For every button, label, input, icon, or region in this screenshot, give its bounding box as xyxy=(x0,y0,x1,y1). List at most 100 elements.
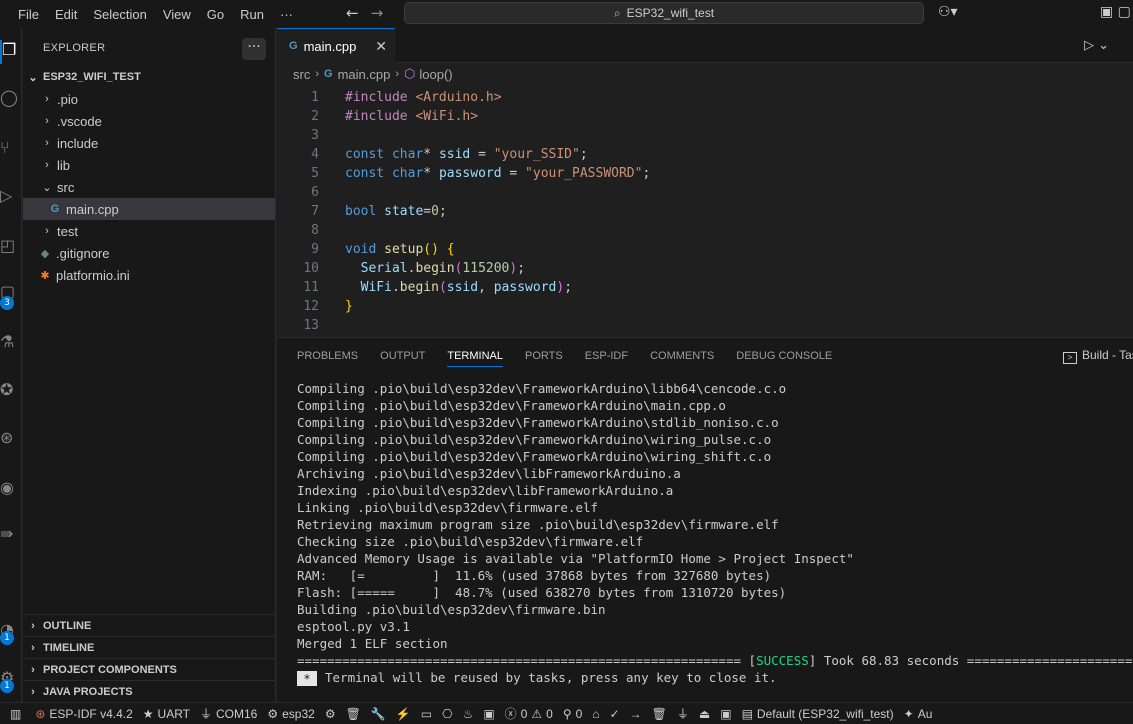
terminal-line: Flash: [===== ] 48.7% (used 638270 bytes… xyxy=(297,585,787,600)
editor-tab-bar: G main.cpp ✕ ▷ ⌄ xyxy=(277,28,1133,63)
menu-edit[interactable]: Edit xyxy=(47,7,85,22)
cpp-file-icon: G xyxy=(289,40,298,52)
test-icon[interactable]: ⏚ xyxy=(677,705,689,722)
terminal-line: Archiving .pio\build\esp32dev\libFramewo… xyxy=(297,466,681,481)
tree-item-include[interactable]: › include xyxy=(23,132,275,154)
section-java-projects[interactable]: › JAVA PROJECTS xyxy=(23,680,275,702)
title-bar: File Edit Selection View Go Run ··· ← → … xyxy=(0,0,1133,28)
git-file-icon: ◆ xyxy=(40,247,50,260)
arrow-left-icon[interactable]: ← xyxy=(346,4,359,22)
github-icon[interactable]: ◉ xyxy=(0,478,22,502)
tab-terminal[interactable]: TERMINAL xyxy=(447,350,503,367)
project-root[interactable]: ⌄ ESP32_WIFI_TEST xyxy=(23,66,275,88)
tab-esp-idf[interactable]: ESP-IDF xyxy=(585,350,628,367)
platformio-home-icon[interactable]: ⌂ xyxy=(592,707,599,721)
breadcrumb-file[interactable]: main.cpp xyxy=(338,67,391,82)
manage-badge: 1 xyxy=(0,679,14,693)
menu-more[interactable]: ··· xyxy=(272,7,301,22)
section-project-components[interactable]: › PROJECT COMPONENTS xyxy=(23,658,275,680)
section-outline[interactable]: › OUTLINE xyxy=(23,614,275,636)
pio-terminal-icon[interactable]: ▣ xyxy=(720,707,731,721)
tree-item-label: main.cpp xyxy=(66,201,119,217)
tree-item-main-cpp[interactable]: G main.cpp xyxy=(23,198,275,220)
run-file-icon[interactable]: ▷ ⌄ xyxy=(1084,38,1109,53)
tree-item-lib[interactable]: › lib xyxy=(23,154,275,176)
explorer-title: EXPLORER xyxy=(43,42,106,54)
esp-idf-icon[interactable]: ⊛ xyxy=(0,428,22,452)
folder-icon: ▤ xyxy=(741,706,753,721)
title-right-actions: ⚇▾ xyxy=(938,4,958,20)
layout-icon[interactable]: ▣ ▢ xyxy=(1100,4,1131,20)
clean-icon[interactable]: 🗑 xyxy=(652,707,667,721)
environment-selector[interactable]: ▤ Default (ESP32_wifi_test) xyxy=(742,707,894,721)
tab-comments[interactable]: COMMENTS xyxy=(650,350,714,367)
tab-debug-console[interactable]: DEBUG CONSOLE xyxy=(736,350,832,367)
terminal-icon[interactable]: ▣ xyxy=(483,707,494,721)
tree-item-gitignore[interactable]: ◆ .gitignore xyxy=(23,242,275,264)
breadcrumb-folder[interactable]: src xyxy=(293,67,310,82)
close-icon[interactable]: ✕ xyxy=(375,38,387,55)
star-icon: ★ xyxy=(142,706,154,721)
more-actions-button[interactable]: ··· xyxy=(242,38,266,60)
menu-view[interactable]: View xyxy=(155,7,199,22)
breadcrumb-symbol[interactable]: loop() xyxy=(419,67,452,82)
activity-bar: ❐ ◯ ⑂ ▷ ◰ ▢ 3 ⚗ ✪ ⊛ ◉ ⇛ ◔ 1 ⚙ 1 xyxy=(0,28,22,702)
build-icon[interactable]: 🔧 xyxy=(371,707,386,721)
task-marker: * xyxy=(297,671,317,686)
menu-run[interactable]: Run xyxy=(232,7,272,22)
source-control-icon[interactable]: ⑂ xyxy=(0,138,22,162)
chevron-right-icon: › xyxy=(31,641,35,654)
breadcrumb: src › G main.cpp › ⬡ loop() xyxy=(277,63,1133,85)
upload-arrow-icon[interactable]: → xyxy=(630,707,642,721)
tree-item-vscode[interactable]: › .vscode xyxy=(23,110,275,132)
tab-main-cpp[interactable]: G main.cpp ✕ xyxy=(277,28,395,63)
ports-indicator[interactable]: ⚲ 0 xyxy=(563,707,582,721)
tree-item-label: platformio.ini xyxy=(56,267,130,283)
tab-output[interactable]: OUTPUT xyxy=(380,350,425,367)
com-port[interactable]: ⏚ COM16 xyxy=(200,705,257,722)
platformio-icon[interactable]: ✪ xyxy=(0,380,22,404)
monitor-icon[interactable]: ▭ xyxy=(421,707,432,721)
chevron-right-icon: › xyxy=(31,685,35,698)
testing-icon[interactable]: ⚗ xyxy=(0,332,22,356)
auto-indicator[interactable]: ✦ Au xyxy=(904,707,933,721)
problems-indicator[interactable]: ⓧ 0 ⚠ 0 xyxy=(505,705,553,722)
explorer-icon[interactable]: ❐ xyxy=(0,40,22,64)
esp-idf-version[interactable]: ⊛ ESP-IDF v4.4.2 xyxy=(35,707,132,721)
serial-monitor-icon[interactable]: ⏏ xyxy=(699,707,710,721)
extensions-icon[interactable]: ◰ xyxy=(0,236,22,260)
section-timeline[interactable]: › TIMELINE xyxy=(23,636,275,658)
debug-icon[interactable]: ⎔ xyxy=(442,707,452,721)
tree-item-src[interactable]: ⌄ src xyxy=(23,176,275,198)
deploy-icon[interactable]: ⇛ xyxy=(0,524,22,548)
chip-icon: ⚙ xyxy=(267,706,279,721)
target-chip[interactable]: ⚙ esp32 xyxy=(267,707,314,721)
menu-selection[interactable]: Selection xyxy=(85,7,154,22)
code-editor[interactable]: 1 #include <Arduino.h> 2 #include <WiFi.h>… xyxy=(277,85,1133,337)
flash-icon[interactable]: ⚡ xyxy=(396,707,411,721)
arrow-right-icon[interactable]: → xyxy=(371,4,384,22)
menu-file[interactable]: File xyxy=(10,7,47,22)
terminal-line: RAM: [= ] 11.6% (used 37868 bytes from 3… xyxy=(297,568,772,583)
menu-go[interactable]: Go xyxy=(199,7,232,22)
tab-problems[interactable]: PROBLEMS xyxy=(297,350,358,367)
terminal-line: esptool.py v3.1 xyxy=(297,619,410,634)
uart-flash-method[interactable]: ★ UART xyxy=(143,707,190,721)
sdk-config-icon[interactable]: ⚙ xyxy=(325,707,336,721)
search-icon[interactable]: ◯ xyxy=(0,88,22,112)
copilot-icon[interactable]: ⚇▾ xyxy=(938,4,958,20)
flame-icon[interactable]: ♨ xyxy=(463,707,474,721)
tab-ports[interactable]: PORTS xyxy=(525,350,563,367)
tree-item-platformio-ini[interactable]: ✱ platformio.ini xyxy=(23,264,275,286)
cpp-file-icon: G xyxy=(324,68,333,80)
full-clean-icon[interactable]: 🗑 xyxy=(346,707,361,721)
run-debug-icon[interactable]: ▷ xyxy=(0,186,22,210)
remote-indicator[interactable]: ▥ xyxy=(10,707,25,721)
tree-item-test[interactable]: › test xyxy=(23,220,275,242)
error-icon: ⓧ xyxy=(504,707,517,721)
tree-item-pio[interactable]: › .pio xyxy=(23,88,275,110)
esp-idf-icon: ⊛ xyxy=(35,706,46,721)
check-icon[interactable]: ✓ xyxy=(610,707,620,721)
terminal-task-selector[interactable]: > Build - Tas xyxy=(1063,348,1133,364)
command-center-search[interactable]: ⌕ ESP32_wifi_test xyxy=(404,2,924,24)
